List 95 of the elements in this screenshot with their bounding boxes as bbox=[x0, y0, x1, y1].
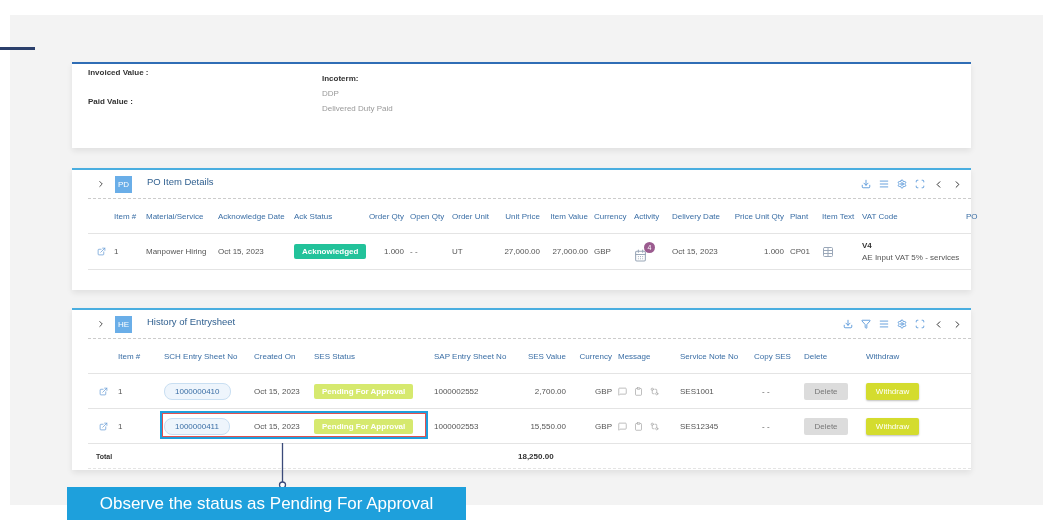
column-header: Currency bbox=[578, 351, 613, 361]
column-header: Item # bbox=[114, 211, 138, 221]
section-title: History of Entrysheet bbox=[147, 316, 236, 327]
field-value: DDP bbox=[322, 89, 340, 98]
column-header: Price Unit Qty bbox=[733, 211, 785, 221]
status-badge: Pending For Approval bbox=[314, 383, 414, 399]
expand-chevron-icon[interactable] bbox=[96, 179, 106, 189]
calendar-icon[interactable] bbox=[634, 248, 647, 262]
table-cell-text: 1000002552 bbox=[434, 386, 480, 396]
table-cell-text: SES12345 bbox=[680, 421, 720, 431]
menu-icon[interactable] bbox=[879, 319, 889, 329]
column-header: Message bbox=[618, 351, 652, 361]
column-header: Item Text bbox=[822, 211, 856, 221]
status-badge: Pending For Approval bbox=[314, 418, 414, 434]
table-cell-text: 1 bbox=[118, 421, 124, 431]
column-header: Ack Status bbox=[294, 211, 334, 221]
column-header: Order Unit bbox=[452, 211, 490, 221]
field-label: Invoiced Value : bbox=[88, 68, 150, 77]
table-cell-text: 27,000.00 bbox=[551, 247, 589, 256]
table-cell-text: UT bbox=[452, 247, 464, 256]
clipboard-icon[interactable] bbox=[634, 386, 643, 396]
column-header: Open Qty bbox=[410, 211, 446, 221]
entry-sheet-link[interactable]: 1000000411 bbox=[164, 417, 230, 435]
settings-icon[interactable] bbox=[897, 319, 907, 329]
column-header: Activity bbox=[634, 211, 661, 221]
clipboard-icon[interactable] bbox=[634, 421, 643, 431]
compare-icon[interactable] bbox=[650, 421, 659, 431]
column-header: Withdraw bbox=[866, 351, 901, 361]
table-cell-text: GBP bbox=[594, 247, 612, 256]
download-icon[interactable] bbox=[861, 179, 871, 189]
table-cell-text: 27,000.00 bbox=[503, 247, 541, 256]
column-header: Copy SES bbox=[754, 351, 792, 361]
column-header: Delete bbox=[804, 351, 829, 361]
column-header: Unit Price bbox=[504, 211, 541, 221]
section-badge: HE bbox=[115, 315, 132, 333]
comment-icon[interactable] bbox=[618, 421, 627, 431]
table-cell-text: 1 bbox=[118, 386, 124, 396]
filter-icon[interactable] bbox=[861, 319, 871, 329]
open-link-icon[interactable] bbox=[98, 386, 108, 396]
vat-code: V4 bbox=[862, 241, 873, 250]
column-header: VAT Code bbox=[862, 211, 899, 221]
section-title: PO Item Details bbox=[147, 176, 214, 187]
total-value: 18,250.00 bbox=[518, 451, 555, 461]
table-cell-text: 1 bbox=[114, 247, 120, 256]
table-cell-text: 1.000 bbox=[762, 247, 785, 256]
expand-chevron-icon[interactable] bbox=[96, 319, 106, 329]
column-header: Item Value bbox=[549, 211, 589, 221]
table-cell-text: 15,550.00 bbox=[529, 421, 567, 431]
table-cell-text: - - bbox=[761, 386, 771, 396]
column-header: Currency bbox=[594, 211, 628, 221]
table-cell-text: 1.000 bbox=[382, 247, 405, 256]
menu-icon[interactable] bbox=[879, 179, 889, 189]
open-link-icon[interactable] bbox=[98, 421, 108, 431]
column-header: Delivery Date bbox=[672, 211, 721, 221]
table-cell-text: Oct 15, 2023 bbox=[672, 247, 719, 256]
table-cell-text: 2,700.00 bbox=[533, 386, 567, 396]
callout-caption: Observe the status as Pending For Approval bbox=[67, 487, 466, 520]
settings-icon[interactable] bbox=[897, 179, 907, 189]
field-label: Paid Value : bbox=[88, 97, 134, 106]
table-cell-text: SES1001 bbox=[680, 386, 715, 396]
open-link-icon[interactable] bbox=[96, 247, 106, 256]
table-cell-text: CP01 bbox=[790, 247, 811, 256]
status-badge: Acknowledged bbox=[294, 244, 367, 259]
column-header: SES Value bbox=[526, 351, 567, 361]
table-cell-text: 1000002553 bbox=[434, 421, 480, 431]
download-icon[interactable] bbox=[843, 319, 853, 329]
compare-icon[interactable] bbox=[650, 386, 659, 396]
vat-description: AE Input VAT 5% - services bbox=[862, 253, 961, 262]
column-header: Order Qty bbox=[367, 211, 405, 221]
accent-bar bbox=[0, 47, 35, 50]
column-header: Service Note No bbox=[680, 351, 740, 361]
column-header: Plant bbox=[790, 211, 810, 221]
field-value: Delivered Duty Paid bbox=[322, 104, 394, 113]
column-header: SAP Entry Sheet No bbox=[434, 351, 508, 361]
fullscreen-icon[interactable] bbox=[915, 319, 925, 329]
table-cell-text: - - bbox=[410, 247, 419, 256]
table-cell-text: Oct 15, 2023 bbox=[254, 421, 301, 431]
comment-icon[interactable] bbox=[618, 386, 627, 396]
table-cell-text: GBP bbox=[594, 386, 613, 396]
section-badge: PD bbox=[115, 175, 132, 193]
column-header: Acknowledge Date bbox=[218, 211, 286, 221]
column-header: SES Status bbox=[314, 351, 356, 361]
column-header: Material/Service bbox=[146, 211, 205, 221]
table-cell-text: Manpower Hiring bbox=[146, 247, 208, 256]
fullscreen-icon[interactable] bbox=[915, 179, 925, 189]
table-cell-text: Oct 15, 2023 bbox=[254, 386, 301, 396]
column-header: Item # bbox=[118, 351, 142, 361]
column-header: Created On bbox=[254, 351, 297, 361]
table-cell-text: - - bbox=[761, 421, 771, 431]
entry-sheet-link[interactable]: 1000000410 bbox=[164, 382, 231, 400]
table-cell-text: GBP bbox=[594, 421, 613, 431]
column-header: PO bbox=[966, 211, 979, 221]
column-header: SCH Entry Sheet No bbox=[164, 351, 239, 361]
field-label: Incoterm: bbox=[322, 74, 360, 83]
table-cell-text: Oct 15, 2023 bbox=[218, 247, 265, 256]
